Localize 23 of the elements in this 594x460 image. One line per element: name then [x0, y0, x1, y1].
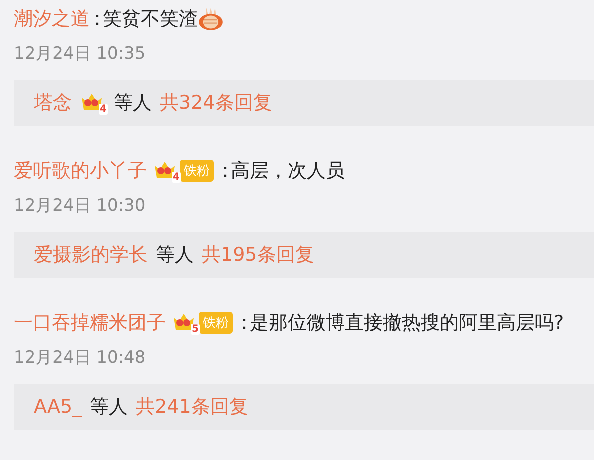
comment-time: 12月24日 10:35 [14, 43, 147, 66]
reply-summary-box[interactable]: 塔念 4 等人 共324条回复 [14, 80, 594, 126]
replier-name[interactable]: 塔念 [34, 90, 72, 116]
comment-time: 12月24日 10:30 [14, 195, 147, 218]
reply-count-link[interactable]: 共241条回复 [136, 394, 248, 420]
replier-name[interactable]: AA5_ [34, 396, 82, 418]
others-label: 等人 [114, 91, 152, 116]
user-name[interactable]: 爱听歌的小丫子 [14, 158, 147, 184]
reply-summary-box[interactable]: AA5_ 等人 共241条回复 [14, 384, 594, 430]
replier-name[interactable]: 爱摄影的学长 [34, 242, 148, 268]
fan-tag: 铁粉 [180, 160, 214, 182]
level-number: 4 [99, 104, 108, 115]
others-label: 等人 [90, 395, 128, 420]
user-name[interactable]: 潮汐之道 [14, 6, 90, 32]
fan-tag: 铁粉 [199, 312, 233, 334]
level-number: 4 [172, 172, 181, 183]
reply-count-link[interactable]: 共324条回复 [160, 90, 272, 116]
reply-summary-box[interactable]: 爱摄影的学长 等人 共195条回复 [14, 232, 594, 278]
level-number: 5 [191, 324, 200, 335]
others-label: 等人 [156, 243, 194, 268]
reply-count-link[interactable]: 共195条回复 [202, 242, 314, 268]
comment-time: 12月24日 10:48 [14, 347, 147, 370]
user-name[interactable]: 一口吞掉糯米团子 [14, 310, 166, 336]
